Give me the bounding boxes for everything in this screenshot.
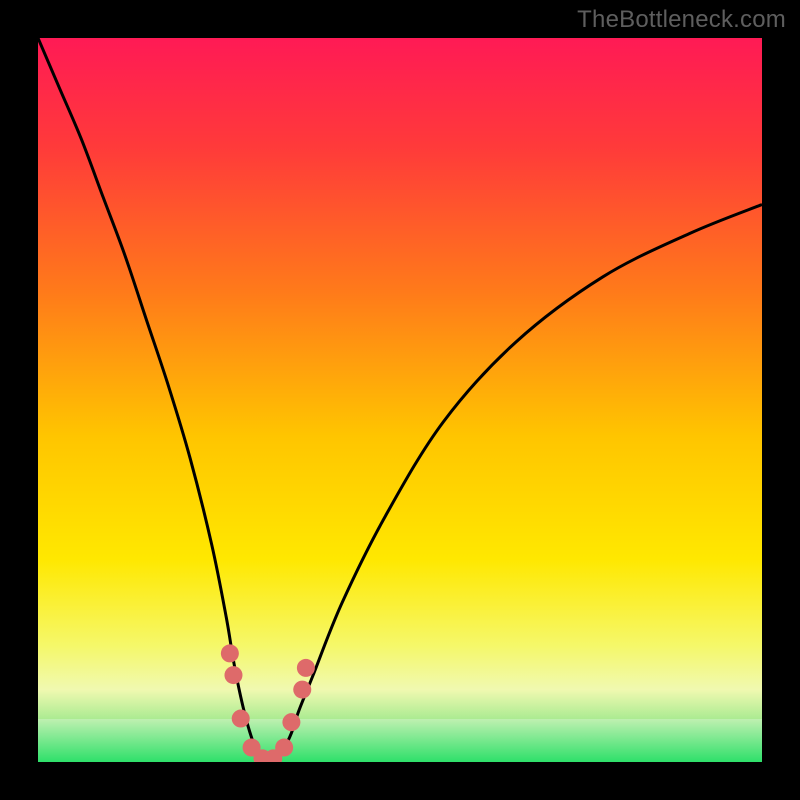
plot-area: [38, 38, 762, 762]
curve-layer: [38, 38, 762, 762]
marker-dot: [297, 659, 315, 677]
watermark-text: TheBottleneck.com: [577, 6, 786, 34]
bottleneck-curve: [38, 38, 762, 762]
marker-dot: [221, 644, 239, 662]
marker-dot: [275, 739, 293, 757]
marker-dot: [293, 681, 311, 699]
marker-dot: [282, 713, 300, 731]
chart-frame: TheBottleneck.com: [0, 0, 800, 800]
marker-dot: [232, 710, 250, 728]
marker-dot: [224, 666, 242, 684]
